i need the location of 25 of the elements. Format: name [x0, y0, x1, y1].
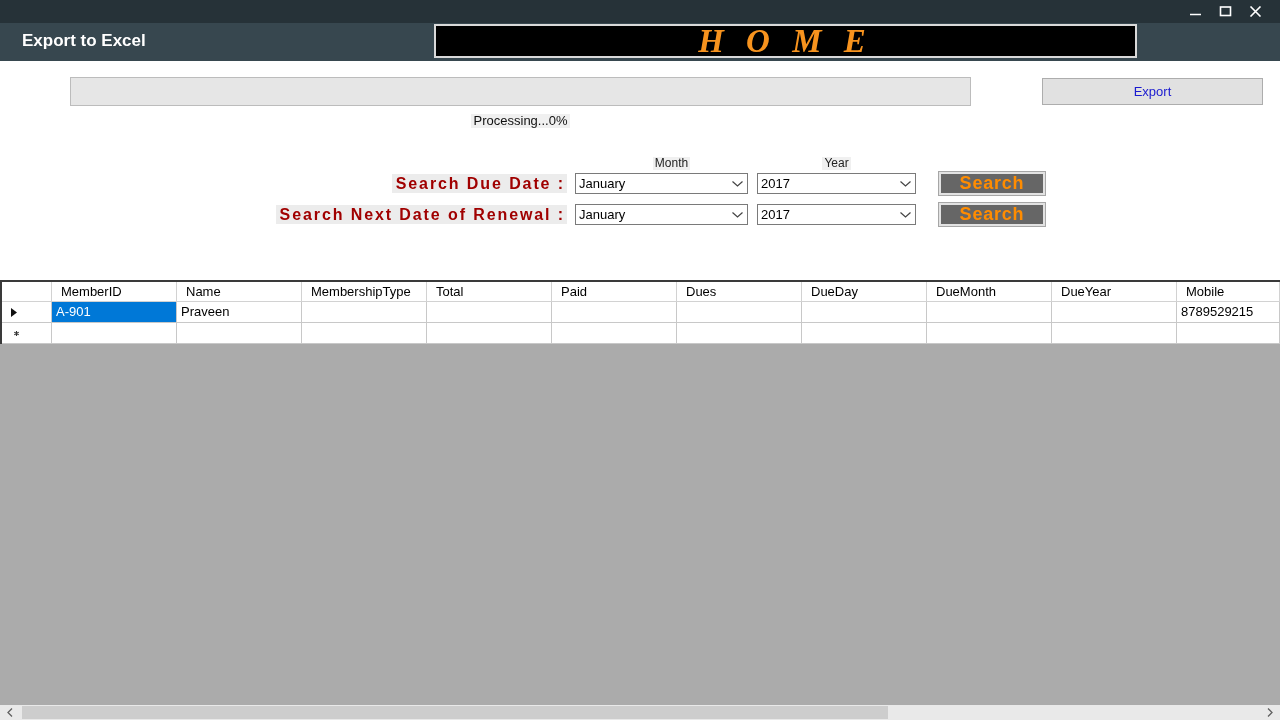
maximize-icon[interactable] [1219, 6, 1232, 17]
search-label: Search Next Date of Renewal : [275, 205, 567, 224]
chevron-down-icon [732, 211, 743, 218]
chevron-down-icon [732, 180, 743, 187]
scrollbar-thumb[interactable] [22, 706, 888, 719]
chevron-down-icon [900, 211, 911, 218]
progress-status: Processing...0% [470, 114, 571, 128]
month-dropdown[interactable]: January [575, 204, 748, 225]
search-label: Search Due Date : [391, 174, 567, 193]
chevron-down-icon [900, 180, 911, 187]
triangle-icon [11, 307, 17, 317]
export-button[interactable]: Export [1042, 78, 1263, 105]
home-banner: H O M E [434, 24, 1137, 58]
table-cell: 8789529215 [1177, 302, 1280, 323]
horizontal-scrollbar[interactable] [0, 705, 1280, 720]
close-icon[interactable] [1249, 6, 1262, 17]
month-dropdown[interactable]: January [575, 173, 748, 194]
column-heading: Month [652, 157, 691, 170]
table-cell: Praveen [177, 302, 302, 323]
window-title: Export to Excel [21, 30, 147, 52]
year-dropdown[interactable]: 2017 [757, 204, 916, 225]
asterisk-icon [14, 330, 19, 336]
table-cell: A-901 [52, 302, 177, 323]
column-heading: Year [822, 157, 851, 170]
year-dropdown[interactable]: 2017 [757, 173, 916, 194]
